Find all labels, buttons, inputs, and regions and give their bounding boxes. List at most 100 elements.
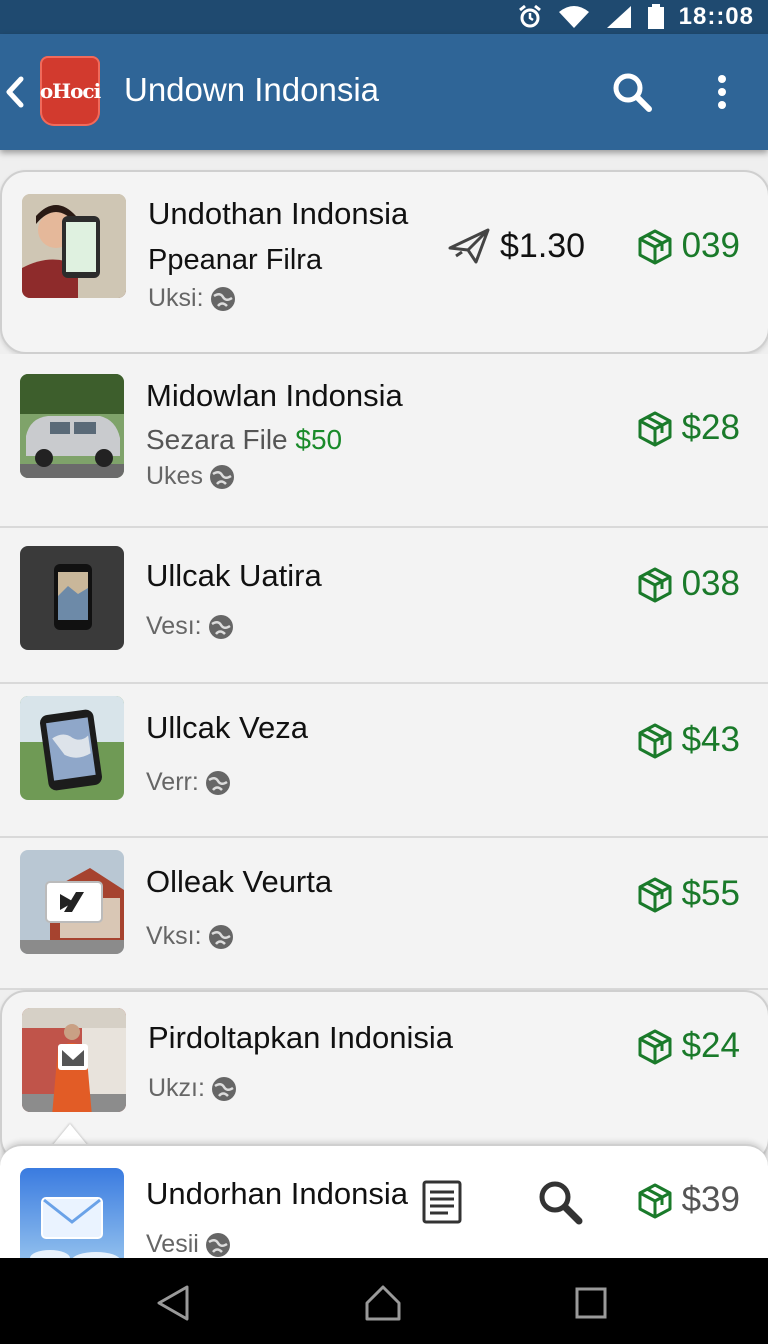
list-item[interactable]: Undothan Indonsia Ppeanar Filra Uksi: $1… bbox=[0, 170, 768, 354]
nav-recents-button[interactable] bbox=[566, 1278, 616, 1328]
item-meta: Ukzı: bbox=[148, 1074, 237, 1103]
document-icon bbox=[422, 1180, 462, 1224]
item-subtitle: Ppeanar Filra bbox=[148, 244, 323, 276]
item-title: Olleak Veurta bbox=[146, 864, 333, 899]
item-meta-label: Vesii bbox=[146, 1230, 199, 1258]
globe-icon bbox=[209, 464, 234, 489]
item-price-value: $28 bbox=[681, 408, 740, 447]
item-price[interactable]: $55 bbox=[636, 874, 740, 914]
item-thumbnail bbox=[20, 1168, 124, 1260]
alarm-icon bbox=[518, 4, 541, 28]
globe-icon bbox=[205, 1232, 230, 1257]
item-price[interactable]: $28 bbox=[636, 408, 740, 448]
item-price-value: $39 bbox=[681, 1180, 740, 1219]
item-price[interactable]: $24 bbox=[636, 1026, 740, 1066]
item-thumbnail bbox=[22, 194, 126, 298]
item-meta-label: Vksı: bbox=[146, 922, 202, 950]
item-title: Midowlan Indonsia bbox=[146, 378, 403, 413]
box-icon bbox=[638, 1029, 672, 1065]
box-icon bbox=[638, 411, 672, 447]
item-price-value: 039 bbox=[681, 226, 740, 265]
item-price[interactable]: $43 bbox=[636, 720, 740, 760]
item-title: Ullcak Uatira bbox=[146, 558, 322, 593]
item-meta-label: Vesı: bbox=[146, 612, 202, 640]
search-button[interactable] bbox=[608, 68, 656, 116]
app-bar: oHoci Undown Indonsia bbox=[0, 34, 768, 150]
app-logo: oHoci bbox=[39, 56, 101, 126]
item-meta-label: Verr: bbox=[146, 768, 199, 796]
send-price-value: $1.30 bbox=[500, 226, 586, 265]
globe-icon bbox=[210, 286, 235, 311]
status-bar: 18::08 bbox=[0, 0, 768, 34]
item-subtitle: Sezara File $50 bbox=[146, 424, 342, 456]
item-price-value: $24 bbox=[681, 1026, 740, 1065]
item-price[interactable]: $39 bbox=[636, 1180, 740, 1220]
item-meta: Uksi: bbox=[148, 284, 236, 313]
item-price-value: 038 bbox=[681, 564, 740, 603]
document-button[interactable] bbox=[420, 1180, 464, 1224]
item-meta: Vesı: bbox=[146, 612, 234, 641]
item-title: Pirdoltapkan Indonisia bbox=[148, 1020, 454, 1055]
box-icon bbox=[638, 567, 672, 603]
globe-icon bbox=[208, 614, 233, 639]
status-icons: 18::08 bbox=[517, 0, 754, 34]
list-item[interactable]: Olleak Veurta Vksı: $55 bbox=[0, 838, 768, 990]
app-list: Undothan Indonsia Ppeanar Filra Uksi: $1… bbox=[0, 150, 768, 1258]
globe-icon bbox=[205, 770, 230, 795]
item-meta-label: Uksi: bbox=[148, 284, 204, 312]
triangle-back-icon bbox=[157, 1285, 189, 1321]
item-title: Ullcak Veza bbox=[146, 710, 308, 745]
overflow-menu-button[interactable] bbox=[700, 68, 744, 116]
item-price-value: $43 bbox=[681, 720, 740, 759]
send-price[interactable]: $1.30 bbox=[448, 226, 585, 266]
box-icon bbox=[638, 229, 672, 265]
item-subtitle-price: $50 bbox=[295, 424, 343, 455]
nav-back-button[interactable] bbox=[148, 1278, 198, 1328]
item-meta-label: Ukes bbox=[146, 462, 203, 490]
item-meta: Ukes bbox=[146, 462, 235, 491]
box-icon bbox=[638, 877, 672, 913]
more-vert-icon bbox=[718, 75, 726, 109]
list-item[interactable]: Midowlan Indonsia Sezara File $50 Ukes $… bbox=[0, 354, 768, 528]
item-price-value: $55 bbox=[681, 874, 740, 913]
bottom-preview-card[interactable]: Undorhan Indonsia Vesii $39 bbox=[0, 1144, 768, 1260]
item-thumbnail bbox=[22, 1008, 126, 1112]
item-price[interactable]: 039 bbox=[636, 226, 740, 266]
globe-icon bbox=[211, 1076, 236, 1101]
box-icon bbox=[638, 723, 672, 759]
item-thumbnail bbox=[20, 696, 124, 800]
globe-icon bbox=[208, 924, 233, 949]
box-icon bbox=[638, 1183, 672, 1219]
wifi-icon bbox=[558, 6, 589, 28]
page-title: Undown Indonsia bbox=[124, 71, 380, 108]
send-icon bbox=[448, 228, 490, 264]
search-icon bbox=[539, 1181, 583, 1225]
item-thumbnail bbox=[20, 546, 124, 650]
item-title: Undorhan Indonsia bbox=[146, 1176, 408, 1211]
chevron-left-icon bbox=[6, 76, 24, 108]
list-item[interactable]: Ullcak Veza Verr: $43 bbox=[0, 684, 768, 838]
search-icon bbox=[613, 73, 652, 112]
search-button[interactable] bbox=[536, 1178, 584, 1226]
item-thumbnail bbox=[20, 850, 124, 954]
item-thumbnail bbox=[20, 374, 124, 478]
list-item[interactable]: Pirdoltapkan Indonisia Ukzı: $24 bbox=[0, 990, 768, 1164]
item-meta: Vksı: bbox=[146, 922, 234, 951]
back-button[interactable] bbox=[0, 72, 30, 112]
nav-home-button[interactable] bbox=[358, 1278, 408, 1328]
popup-pointer bbox=[52, 1124, 88, 1146]
app-logo-text: oHoci bbox=[39, 79, 101, 103]
battery-icon bbox=[647, 4, 664, 29]
system-nav-bar bbox=[0, 1258, 768, 1344]
item-subtitle-text: Sezara File bbox=[146, 424, 288, 455]
item-price[interactable]: 038 bbox=[636, 564, 740, 604]
signal-icon bbox=[606, 6, 631, 28]
list-item[interactable]: Ullcak Uatira Vesı: 038 bbox=[0, 528, 768, 684]
status-time: 18::08 bbox=[678, 3, 754, 30]
square-recents-icon bbox=[575, 1287, 607, 1319]
item-meta-label: Ukzı: bbox=[148, 1074, 205, 1102]
item-meta: Vesii bbox=[146, 1230, 231, 1259]
item-meta: Verr: bbox=[146, 768, 231, 797]
home-icon bbox=[365, 1285, 401, 1321]
item-title: Undothan Indonsia bbox=[148, 196, 409, 231]
